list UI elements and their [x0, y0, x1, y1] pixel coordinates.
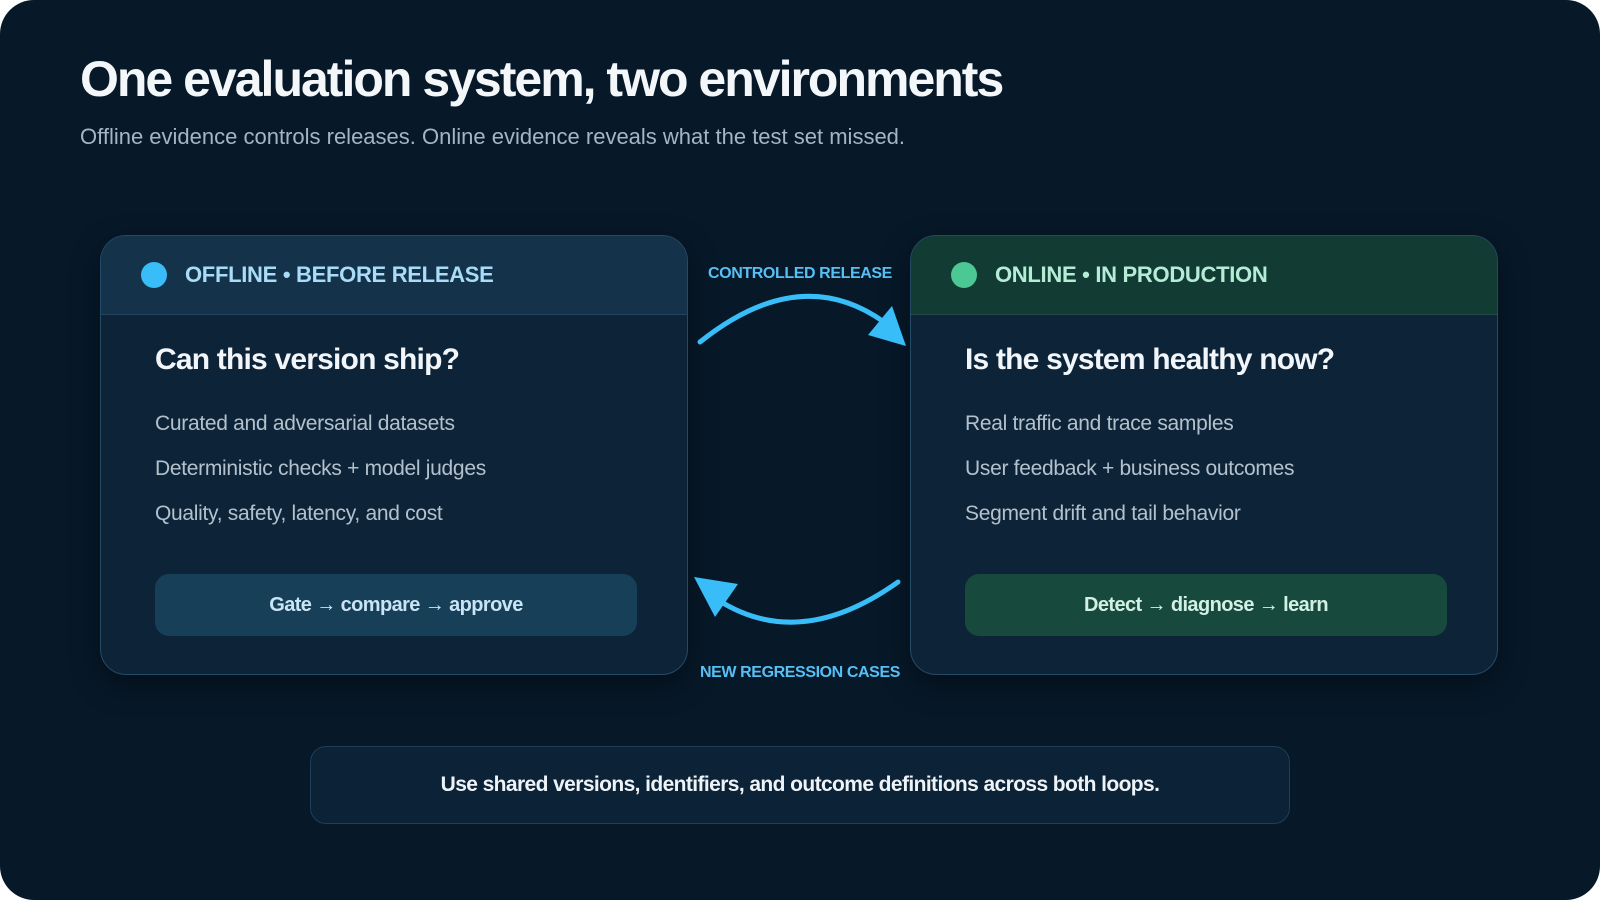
online-item: User feedback + business outcomes	[965, 457, 1295, 480]
online-card-body: Is the system healthy now? Real traffic …	[911, 315, 1497, 536]
footer-text: Use shared versions, identifiers, and ou…	[440, 773, 1160, 796]
online-card-header: ONLINE • IN PRODUCTION	[911, 236, 1497, 315]
offline-question: Can this version ship?	[155, 343, 460, 376]
slide: One evaluation system, two environments …	[0, 0, 1600, 900]
online-item-list: Real traffic and trace samples User feed…	[965, 401, 1443, 536]
online-item: Real traffic and trace samples	[965, 412, 1234, 435]
controlled-release-label: CONTROLLED RELEASE	[708, 265, 892, 282]
offline-status-dot-icon	[141, 262, 167, 288]
offline-action-pill: Gate → compare → approve	[155, 574, 637, 636]
offline-card-header: OFFLINE • BEFORE RELEASE	[101, 236, 687, 315]
page-subtitle: Offline evidence controls releases. Onli…	[80, 124, 906, 149]
offline-item: Quality, safety, latency, and cost	[155, 502, 443, 525]
offline-card: OFFLINE • BEFORE RELEASE Can this versio…	[100, 235, 688, 675]
controlled-release-arrowhead-icon	[868, 306, 906, 346]
regression-cases-arrow	[715, 579, 901, 625]
page-title: One evaluation system, two environments	[80, 51, 1004, 107]
online-item: Segment drift and tail behavior	[965, 502, 1241, 525]
controlled-release-arrow	[697, 293, 887, 345]
offline-card-body: Can this version ship? Curated and adver…	[101, 315, 687, 536]
online-action-pill: Detect → diagnose → learn	[965, 574, 1447, 636]
offline-card-label: OFFLINE • BEFORE RELEASE	[185, 262, 494, 287]
online-card: ONLINE • IN PRODUCTION Is the system hea…	[910, 235, 1498, 675]
online-question: Is the system healthy now?	[965, 343, 1335, 376]
online-status-dot-icon	[951, 262, 977, 288]
regression-cases-arrowhead-icon	[694, 577, 738, 617]
offline-item: Curated and adversarial datasets	[155, 412, 455, 435]
offline-item-list: Curated and adversarial datasets Determi…	[155, 401, 633, 536]
offline-item: Deterministic checks + model judges	[155, 457, 486, 480]
online-card-label: ONLINE • IN PRODUCTION	[995, 262, 1268, 287]
footer-callout: Use shared versions, identifiers, and ou…	[310, 746, 1290, 824]
regression-cases-label: NEW REGRESSION CASES	[699, 664, 901, 681]
